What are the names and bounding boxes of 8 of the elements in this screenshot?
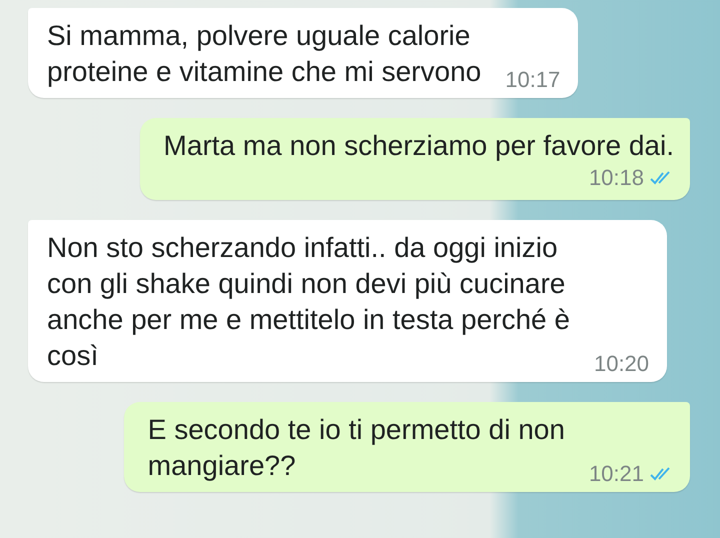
message-time: 10:20: [594, 350, 650, 378]
message-text: E secondo te io ti permetto di non mangiare??: [148, 413, 565, 483]
message-time: 10:17: [505, 66, 560, 94]
message-time: 10:21: [588, 460, 644, 488]
message-text: Si mamma, polvere uguale calorie proteine e vitamine che mi servono: [47, 19, 482, 89]
message-text: Non sto scherzando infatti.. da oggi inizio con gli shake quindi non devi più cucinare anche per me e mettitelo in testa perché è così: [47, 231, 570, 373]
message-time: 10:18: [588, 164, 644, 192]
message-text: Marta ma non scherziamo per favore dai.: [164, 129, 674, 163]
